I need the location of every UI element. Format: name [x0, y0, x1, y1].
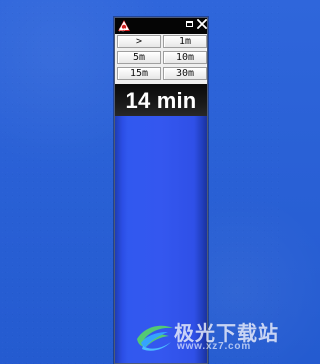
thirty-minute-button[interactable]: 30m: [163, 67, 207, 80]
watermark-url: www.xz7.com: [177, 341, 252, 352]
time-remaining-display: 14 min: [115, 84, 207, 116]
window-titlebar[interactable]: M7: [115, 18, 207, 34]
restore-icon: [186, 21, 193, 27]
restore-button[interactable]: [185, 20, 195, 30]
fifteen-minute-button[interactable]: 15m: [117, 67, 161, 80]
timer-app-icon: M7: [118, 20, 130, 32]
close-icon: [197, 19, 207, 29]
close-button[interactable]: [197, 19, 207, 30]
watermark: 极光下载站 www.xz7.com: [133, 316, 278, 356]
swoosh-logo-icon: [137, 325, 173, 351]
play-button[interactable]: >: [117, 35, 161, 48]
one-minute-button[interactable]: 1m: [163, 35, 207, 48]
ten-minute-button[interactable]: 10m: [163, 51, 207, 64]
app-icon-label: M7: [119, 27, 126, 32]
timer-window[interactable]: M7 > 1m 5m 10m 15m 30m 14 min: [114, 17, 208, 364]
five-minute-button[interactable]: 5m: [117, 51, 161, 64]
